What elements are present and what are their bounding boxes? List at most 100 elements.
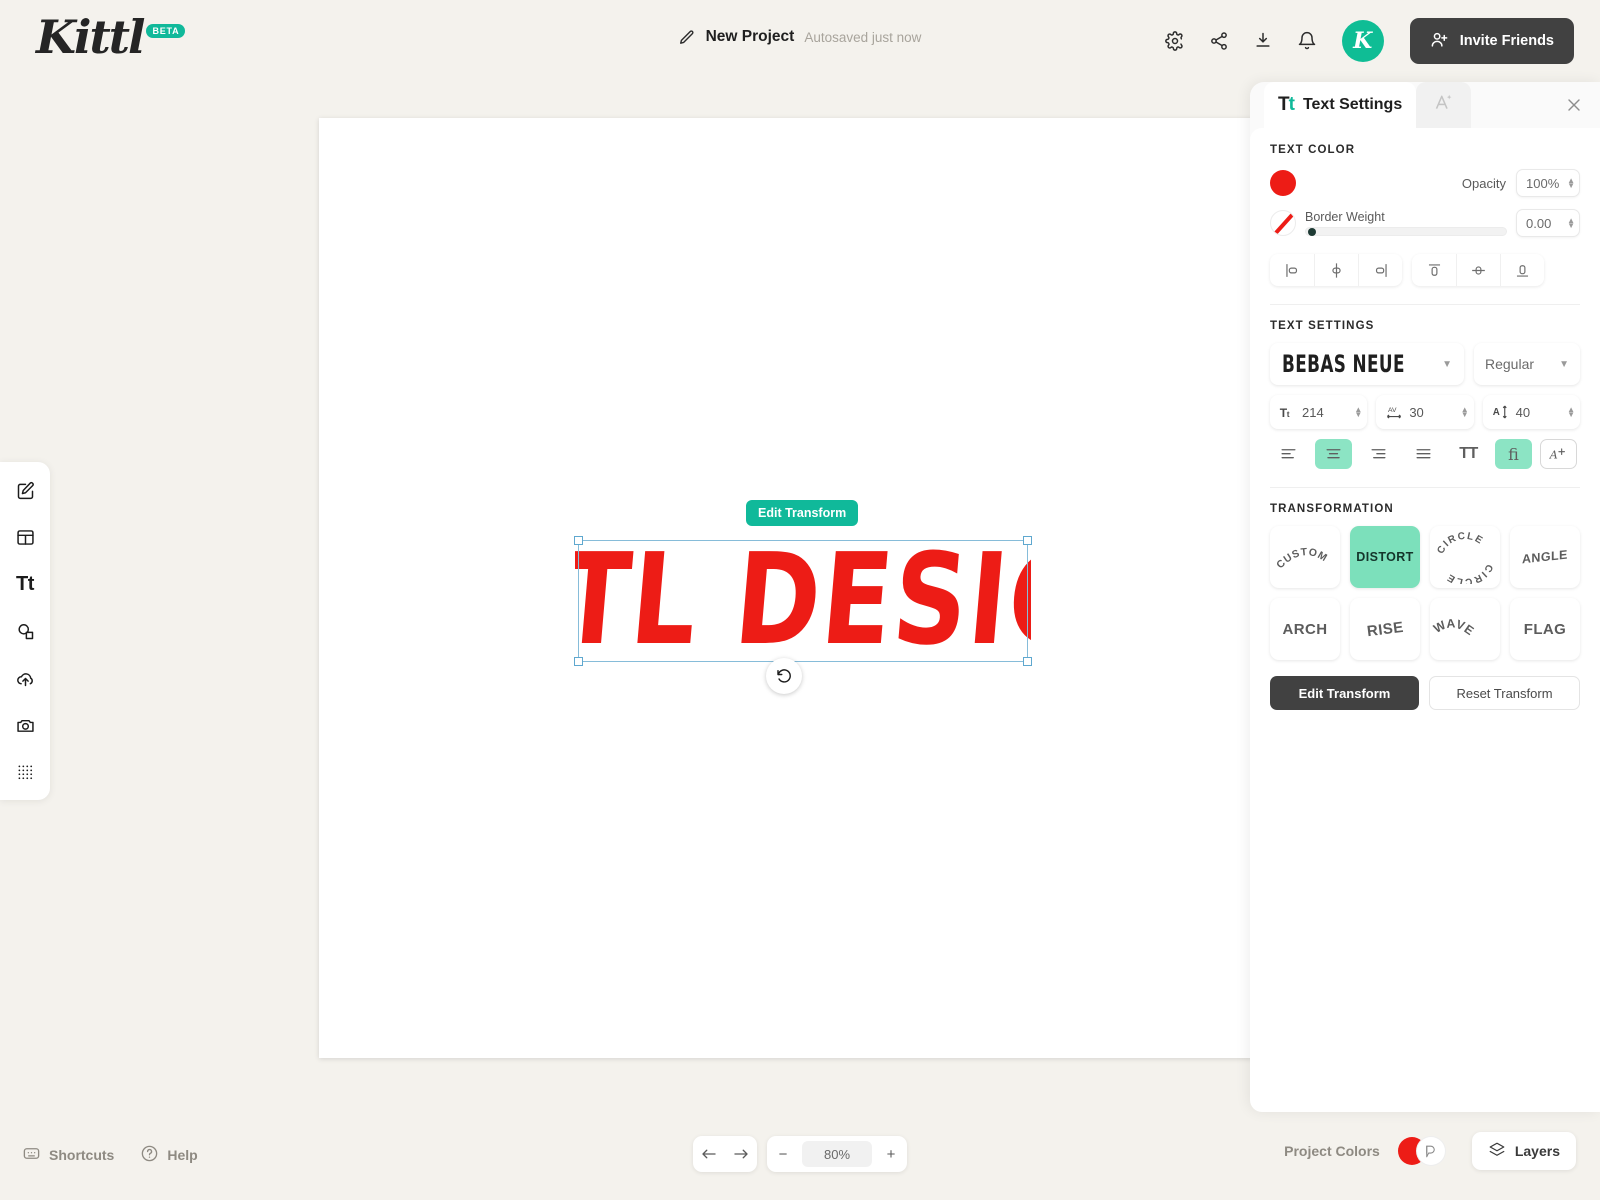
letter-spacing-stepper[interactable]: ▲ ▼ bbox=[1461, 406, 1469, 419]
distort-label: DISTORT bbox=[1356, 550, 1414, 564]
text-align-left-icon[interactable] bbox=[1270, 439, 1307, 469]
text-align-center-icon[interactable] bbox=[1315, 439, 1352, 469]
text-tt-icon: Tt bbox=[1278, 94, 1295, 115]
chevron-down-icon-2: ▼ bbox=[1559, 358, 1569, 370]
resize-handle-top-left[interactable] bbox=[574, 536, 583, 545]
resize-handle-bottom-right[interactable] bbox=[1023, 657, 1032, 666]
align-top-icon[interactable] bbox=[1412, 254, 1456, 286]
border-weight-slider-knob[interactable] bbox=[1308, 227, 1316, 236]
align-middle-vertical-icon[interactable] bbox=[1456, 254, 1500, 286]
font-effects-icon[interactable]: A bbox=[1540, 439, 1577, 469]
angle-label: ANGLE bbox=[1522, 547, 1568, 567]
edit-transform-badge[interactable]: Edit Transform bbox=[746, 500, 859, 526]
ligature-fi-label: fi bbox=[1508, 444, 1519, 464]
align-center-horizontal-icon[interactable] bbox=[1314, 254, 1358, 286]
border-weight-input[interactable]: 0.00 ▲ ▼ bbox=[1516, 209, 1580, 237]
patterns-tool-dots-grid-icon[interactable] bbox=[11, 758, 39, 786]
border-weight-value: 0.00 bbox=[1526, 215, 1552, 231]
line-height-stepper[interactable]: ▲ ▼ bbox=[1567, 406, 1575, 419]
circle-label-bottom: CIRCLE bbox=[1445, 562, 1494, 584]
text-settings-section-label: TEXT SETTINGS bbox=[1270, 320, 1375, 332]
design-tool-pencil-square-icon[interactable] bbox=[11, 476, 39, 504]
text-color-section-label: TEXT COLOR bbox=[1270, 144, 1356, 156]
circle-art: CIRCLE CIRCLE bbox=[1435, 531, 1495, 584]
ligature-fi-icon[interactable]: fi bbox=[1495, 439, 1532, 469]
divider-1 bbox=[1270, 304, 1580, 305]
transform-actions: Edit Transform Reset Transform bbox=[1270, 676, 1580, 710]
opacity-input[interactable]: 100% ▲ ▼ bbox=[1516, 169, 1580, 197]
letter-spacing-field[interactable]: AV 30 ▲ ▼ bbox=[1376, 395, 1474, 429]
align-bottom-icon[interactable] bbox=[1500, 254, 1544, 286]
transform-option-circle[interactable]: CIRCLE CIRCLE bbox=[1430, 526, 1500, 588]
transform-option-distort[interactable]: DISTORT bbox=[1350, 526, 1420, 588]
tab-text-settings[interactable]: Tt Text Settings bbox=[1264, 82, 1417, 128]
zoom-group: − 80% + bbox=[767, 1136, 907, 1172]
resize-handle-bottom-left[interactable] bbox=[574, 657, 583, 666]
transform-option-arch[interactable]: ARCH bbox=[1270, 598, 1340, 660]
font-size-field[interactable]: Tt 214 ▲ ▼ bbox=[1270, 395, 1368, 429]
elements-tool-shapes-icon[interactable] bbox=[11, 617, 39, 645]
transform-option-custom[interactable]: CUSTOM bbox=[1270, 526, 1340, 588]
zoom-level-value[interactable]: 80% bbox=[802, 1141, 872, 1167]
zoom-out-button[interactable]: − bbox=[767, 1136, 799, 1172]
rotate-icon bbox=[777, 669, 791, 683]
svg-text:CIRCLE: CIRCLE bbox=[1445, 562, 1495, 584]
close-icon[interactable] bbox=[1564, 95, 1584, 115]
keyboard-icon bbox=[22, 1144, 41, 1166]
transform-option-flag[interactable]: FLAG bbox=[1510, 598, 1580, 660]
arch-label: ARCH bbox=[1282, 620, 1328, 638]
text-style-row: TT fi A bbox=[1270, 439, 1580, 469]
redo-icon[interactable] bbox=[725, 1136, 757, 1172]
uppercase-tt-icon[interactable]: TT bbox=[1450, 439, 1487, 469]
font-family-select[interactable]: BEBAS NEUE ▼ bbox=[1270, 343, 1464, 385]
layers-label: Layers bbox=[1514, 1143, 1560, 1159]
undo-icon[interactable] bbox=[693, 1136, 725, 1172]
photos-tool-camera-icon[interactable] bbox=[11, 711, 39, 739]
svg-text:CIRCLE: CIRCLE bbox=[1435, 531, 1485, 556]
text-align-justify-icon[interactable] bbox=[1405, 439, 1442, 469]
border-color-swatch[interactable] bbox=[1270, 210, 1296, 236]
layers-button[interactable]: Layers bbox=[1471, 1132, 1576, 1170]
help-button[interactable]: Help bbox=[140, 1144, 198, 1166]
edit-transform-button[interactable]: Edit Transform bbox=[1270, 676, 1419, 710]
shortcuts-label: Shortcuts bbox=[49, 1147, 115, 1163]
text-tool-tt-icon[interactable]: Tt bbox=[11, 570, 39, 598]
project-colors-palette-icon[interactable] bbox=[1416, 1137, 1445, 1165]
reset-transform-button[interactable]: Reset Transform bbox=[1429, 676, 1580, 710]
border-weight-slider[interactable] bbox=[1305, 227, 1507, 236]
left-toolbar: Tt bbox=[0, 462, 50, 800]
font-metrics-row: Tt 214 ▲ ▼ AV 30 ▲ ▼ A 40 ▲ ▼ bbox=[1270, 395, 1580, 429]
shortcuts-button[interactable]: Shortcuts bbox=[22, 1144, 114, 1166]
rotate-handle[interactable] bbox=[766, 658, 802, 694]
svg-text:A: A bbox=[1492, 407, 1499, 418]
line-height-field[interactable]: A 40 ▲ ▼ bbox=[1482, 395, 1580, 429]
resize-handle-top-right[interactable] bbox=[1023, 536, 1032, 545]
project-colors-label: Project Colors bbox=[1284, 1143, 1380, 1159]
font-weight-select[interactable]: Regular ▼ bbox=[1474, 343, 1580, 385]
wave-label: WAVE bbox=[1431, 616, 1476, 638]
help-circle-icon bbox=[140, 1144, 159, 1166]
transform-option-angle[interactable]: ANGLE bbox=[1510, 526, 1580, 588]
svg-text:CUSTOM: CUSTOM bbox=[1274, 546, 1330, 571]
align-right-icon[interactable] bbox=[1358, 254, 1402, 286]
uploads-tool-cloud-upload-icon[interactable] bbox=[11, 664, 39, 692]
font-size-stepper[interactable]: ▲ ▼ bbox=[1354, 406, 1362, 419]
line-height-icon: A bbox=[1492, 403, 1510, 421]
transformation-grid: CUSTOM DISTORT CIRCLE CIRCLE ANGLE ARCH … bbox=[1270, 526, 1580, 660]
align-left-icon[interactable] bbox=[1270, 254, 1314, 286]
text-align-right-icon[interactable] bbox=[1360, 439, 1397, 469]
tab-text-effects[interactable] bbox=[1416, 82, 1472, 128]
transform-option-rise[interactable]: RISE bbox=[1350, 598, 1420, 660]
letter-spacing-value: 30 bbox=[1409, 404, 1424, 420]
transform-option-wave[interactable]: WAVE bbox=[1430, 598, 1500, 660]
fill-color-swatch[interactable] bbox=[1270, 170, 1296, 196]
selection-bounding-box[interactable] bbox=[574, 536, 1032, 666]
svg-text:WAVE: WAVE bbox=[1431, 616, 1476, 638]
opacity-value: 100% bbox=[1526, 175, 1560, 191]
templates-tool-layout-icon[interactable] bbox=[11, 523, 39, 551]
horizontal-align-group bbox=[1270, 254, 1402, 286]
border-weight-stepper[interactable]: ▲ ▼ bbox=[1567, 217, 1575, 230]
opacity-stepper[interactable]: ▲ ▼ bbox=[1567, 177, 1575, 190]
zoom-in-button[interactable]: + bbox=[875, 1136, 907, 1172]
panel-title: Text Settings bbox=[1302, 96, 1403, 113]
